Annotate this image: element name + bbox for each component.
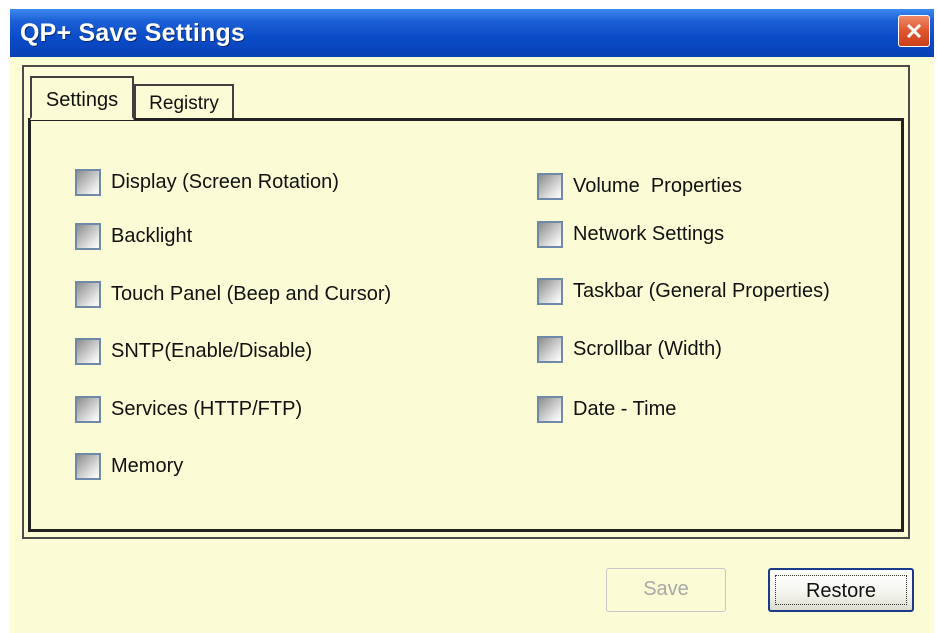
checkbox-box[interactable]	[537, 336, 563, 363]
checkbox-box[interactable]	[75, 223, 101, 250]
checkbox-label: Services (HTTP/FTP)	[111, 398, 303, 420]
tab-registry-label: Registry	[149, 93, 219, 114]
close-icon	[906, 23, 922, 39]
checkbox-label: Volume Properties	[573, 175, 742, 197]
tab-settings-label: Settings	[45, 89, 119, 111]
checkbox-date-time[interactable]: Date - Time	[537, 396, 676, 423]
checkbox-taskbar[interactable]: Taskbar (General Properties)	[537, 278, 830, 305]
checkbox-display[interactable]: Display (Screen Rotation)	[75, 169, 339, 196]
checkbox-box[interactable]	[537, 396, 563, 423]
checkbox-box[interactable]	[75, 169, 101, 196]
checkbox-box[interactable]	[75, 453, 101, 480]
checkbox-scrollbar[interactable]: Scrollbar (Width)	[537, 336, 722, 363]
focus-rectangle: Restore	[775, 575, 907, 605]
checkbox-label: Scrollbar (Width)	[573, 338, 722, 360]
restore-button[interactable]: Restore	[768, 568, 914, 612]
save-button-label: Save	[643, 578, 689, 600]
checkbox-box[interactable]	[75, 396, 101, 423]
checkbox-box[interactable]	[537, 278, 563, 305]
checkbox-box[interactable]	[537, 221, 563, 248]
tab-registry[interactable]: Registry	[134, 84, 234, 120]
checkbox-label: Memory	[111, 455, 184, 477]
checkbox-box[interactable]	[537, 173, 563, 200]
checkbox-label: Taskbar (General Properties)	[573, 280, 830, 302]
tab-settings[interactable]: Settings	[30, 76, 134, 120]
title-bar[interactable]: QP+ Save Settings	[10, 9, 934, 57]
checkbox-volume[interactable]: Volume Properties	[537, 173, 742, 200]
checkbox-label: Display (Screen Rotation)	[111, 171, 339, 193]
checkbox-memory[interactable]: Memory	[75, 453, 183, 480]
close-button[interactable]	[898, 15, 930, 47]
restore-button-label: Restore	[805, 580, 877, 602]
checkbox-box[interactable]	[75, 281, 101, 308]
checkbox-services[interactable]: Services (HTTP/FTP)	[75, 396, 302, 423]
checkbox-backlight[interactable]: Backlight	[75, 223, 192, 250]
save-button[interactable]: Save	[606, 568, 726, 612]
window-title: QP+ Save Settings	[20, 19, 246, 47]
checkbox-network[interactable]: Network Settings	[537, 221, 724, 248]
checkbox-sntp[interactable]: SNTP(Enable/Disable)	[75, 338, 312, 365]
checkbox-touch-panel[interactable]: Touch Panel (Beep and Cursor)	[75, 281, 391, 308]
checkbox-box[interactable]	[75, 338, 101, 365]
checkbox-label: Date - Time	[573, 398, 677, 420]
checkbox-label: Network Settings	[573, 223, 725, 245]
checkbox-label: Touch Panel (Beep and Cursor)	[111, 283, 392, 305]
checkbox-label: SNTP(Enable/Disable)	[111, 340, 313, 362]
checkbox-label: Backlight	[111, 225, 193, 247]
